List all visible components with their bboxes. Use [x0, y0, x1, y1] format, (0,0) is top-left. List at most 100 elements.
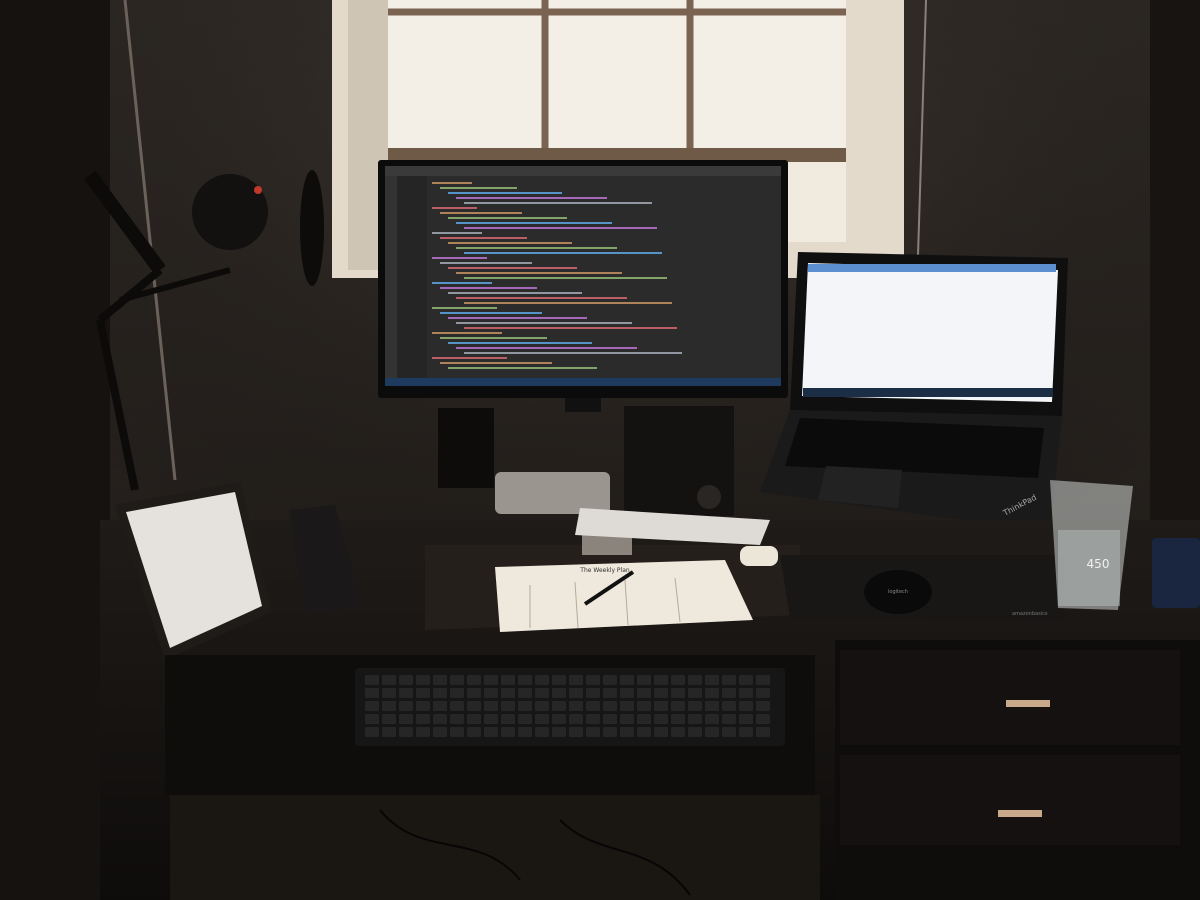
key	[484, 675, 498, 685]
code-line	[440, 337, 547, 339]
key	[484, 688, 498, 698]
key	[501, 675, 515, 685]
key	[467, 727, 481, 737]
key	[382, 701, 396, 711]
key	[705, 701, 719, 711]
microphone-head	[192, 174, 268, 250]
mousepad-brand: amazonbasics	[1012, 611, 1048, 617]
key	[535, 714, 549, 724]
key	[433, 688, 447, 698]
key	[450, 688, 464, 698]
key	[552, 688, 566, 698]
key	[569, 714, 583, 724]
speaker-driver	[697, 485, 721, 509]
key	[399, 714, 413, 724]
external-monitor: HP	[378, 160, 788, 412]
code-line	[440, 187, 517, 189]
code-line	[440, 312, 542, 314]
key	[450, 701, 464, 711]
key	[756, 675, 770, 685]
key	[654, 675, 668, 685]
key	[518, 701, 532, 711]
code-line	[448, 217, 567, 219]
key	[722, 675, 736, 685]
code-line	[464, 202, 652, 204]
code-line	[432, 232, 482, 234]
key	[586, 727, 600, 737]
key	[552, 675, 566, 685]
key	[705, 675, 719, 685]
drawer-handle-top	[1006, 700, 1050, 707]
earbuds-case	[740, 546, 778, 566]
key	[603, 714, 617, 724]
key	[637, 714, 651, 724]
key	[433, 714, 447, 724]
key	[382, 675, 396, 685]
key	[739, 714, 753, 724]
key	[365, 675, 379, 685]
key	[433, 727, 447, 737]
key	[365, 714, 379, 724]
key	[739, 675, 753, 685]
key	[535, 727, 549, 737]
key	[382, 727, 396, 737]
speaker-left	[438, 408, 494, 488]
key	[399, 688, 413, 698]
code-line	[448, 367, 597, 369]
key	[535, 675, 549, 685]
key	[671, 675, 685, 685]
code-line	[432, 282, 492, 284]
key	[654, 714, 668, 724]
key	[620, 675, 634, 685]
key	[433, 701, 447, 711]
key	[688, 714, 702, 724]
monitor-neck	[565, 398, 601, 412]
key	[603, 727, 617, 737]
key	[382, 688, 396, 698]
key	[705, 688, 719, 698]
code-line	[448, 192, 562, 194]
key	[552, 701, 566, 711]
portable-speaker	[495, 472, 610, 514]
blue-mug	[1152, 538, 1200, 608]
key	[620, 701, 634, 711]
window-sash	[388, 148, 846, 162]
planner-title: The Weekly Plan	[579, 567, 630, 574]
code-line	[440, 362, 552, 364]
key	[671, 727, 685, 737]
key	[705, 714, 719, 724]
code-line	[456, 247, 617, 249]
code-line	[448, 242, 572, 244]
key	[552, 714, 566, 724]
mic-light	[254, 186, 262, 194]
key	[484, 727, 498, 737]
key	[722, 727, 736, 737]
key	[722, 701, 736, 711]
key	[722, 688, 736, 698]
code-line	[464, 327, 677, 329]
key	[518, 675, 532, 685]
key	[484, 714, 498, 724]
key	[382, 714, 396, 724]
key	[654, 727, 668, 737]
key	[467, 714, 481, 724]
code-line	[448, 267, 577, 269]
editor-activity-bar	[385, 176, 397, 378]
key	[705, 727, 719, 737]
window-glass	[388, 0, 846, 162]
key	[654, 688, 668, 698]
key	[433, 675, 447, 685]
key	[416, 688, 430, 698]
key	[416, 675, 430, 685]
key	[365, 727, 379, 737]
key	[756, 701, 770, 711]
key	[586, 714, 600, 724]
key	[671, 701, 685, 711]
key	[365, 701, 379, 711]
key	[518, 714, 532, 724]
pop-filter	[300, 170, 324, 286]
key	[637, 727, 651, 737]
code-line	[448, 342, 592, 344]
key	[654, 701, 668, 711]
key	[399, 701, 413, 711]
